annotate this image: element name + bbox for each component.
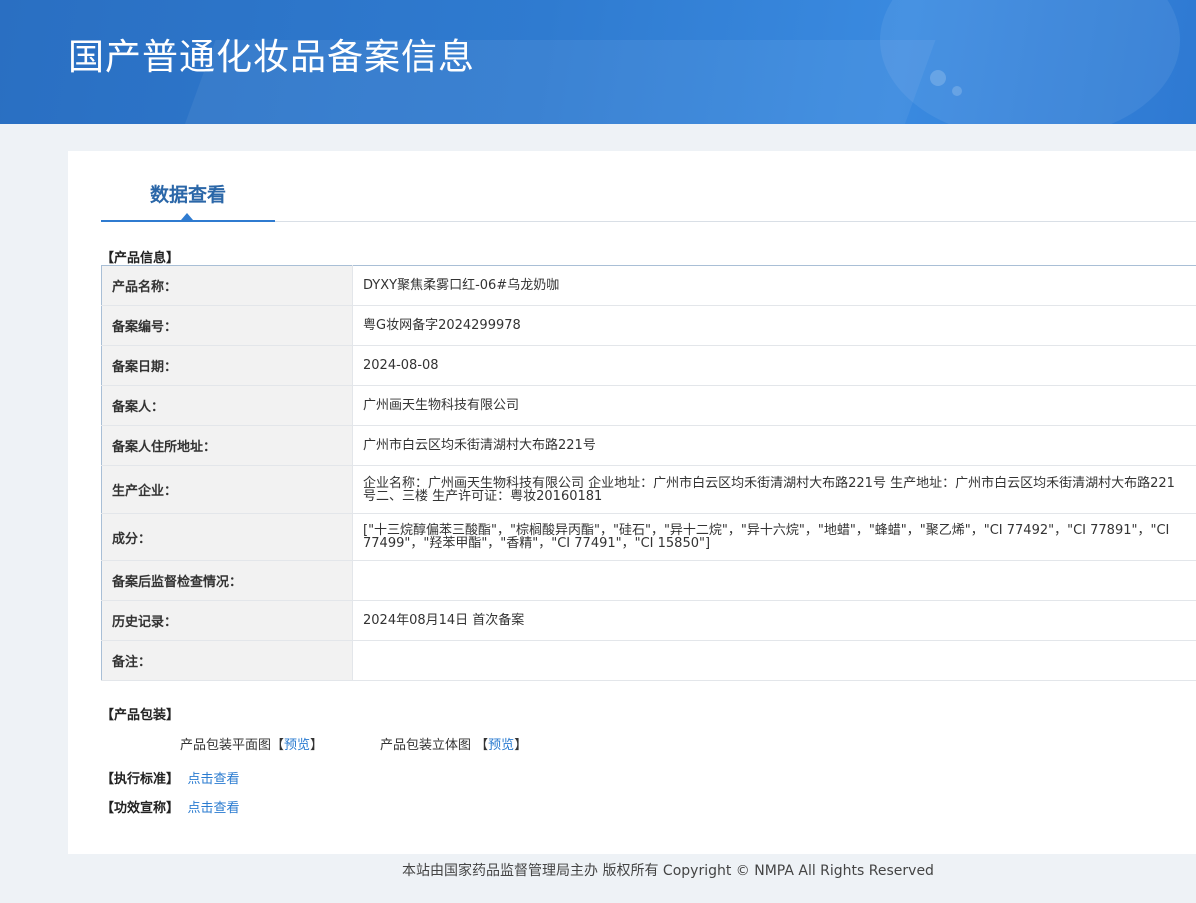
table-row: 备案编号： 粤G妆网备字2024299978 — [101, 305, 1196, 346]
bracket-close: 】 — [514, 738, 528, 753]
row-value-record-number: 粤G妆网备字2024299978 — [352, 305, 1196, 346]
tab-active-caret — [181, 213, 193, 220]
row-label-ingredients: 成分： — [101, 513, 353, 561]
efficacy-row: 【功效宣称】 点击查看 — [101, 797, 240, 816]
row-label-record-date: 备案日期： — [101, 345, 353, 386]
packaging-stereo-preview-link[interactable]: 预览 — [488, 738, 514, 753]
packaging-heading: 【产品包装】 — [101, 708, 180, 723]
table-row: 备注： — [101, 640, 1196, 681]
row-value-record-date: 2024-08-08 — [352, 345, 1196, 386]
row-value-registrant: 广州画天生物科技有限公司 — [352, 385, 1196, 426]
standard-heading: 【执行标准】 — [101, 772, 180, 787]
row-label-record-number: 备案编号： — [101, 305, 353, 346]
bracket-open: 【 — [271, 738, 285, 753]
row-value-registrant-address: 广州市白云区均禾街清湖村大布路221号 — [352, 425, 1196, 466]
table-row: 备案日期： 2024-08-08 — [101, 345, 1196, 386]
product-info-table: 产品名称： DYXY聚焦柔雾口红-06#乌龙奶咖 备案编号： 粤G妆网备字202… — [101, 265, 1196, 681]
banner-dot — [930, 70, 946, 86]
table-row: 生产企业： 企业名称：广州画天生物科技有限公司 企业地址：广州市白云区均禾街清湖… — [101, 465, 1196, 514]
table-row: 历史记录： 2024年08月14日 首次备案 — [101, 600, 1196, 641]
row-label-registrant: 备案人： — [101, 385, 353, 426]
row-value-product-name: DYXY聚焦柔雾口红-06#乌龙奶咖 — [352, 265, 1196, 306]
header-banner: 国产普通化妆品备案信息 — [0, 0, 1196, 124]
row-value-history: 2024年08月14日 首次备案 — [352, 600, 1196, 641]
tab-data-view[interactable]: 数据查看 — [101, 151, 275, 222]
row-value-inspection — [352, 560, 1196, 601]
row-label-manufacturer: 生产企业： — [101, 465, 353, 514]
tab-bar: 数据查看 — [101, 151, 1196, 222]
bracket-close: 】 — [310, 738, 324, 753]
packaging-flat-item: 产品包装平面图【预览】 — [180, 734, 323, 753]
bracket-open: 【 — [475, 738, 489, 753]
efficacy-view-link[interactable]: 点击查看 — [188, 801, 240, 816]
packaging-stereo-label: 产品包装立体图 — [380, 738, 472, 753]
table-row: 成分： ["十三烷醇偏苯三酸酯"，"棕榈酸异丙酯"，"硅石"，"异十二烷"，"异… — [101, 513, 1196, 561]
content-panel: 数据查看 【产品信息】 产品名称： DYXY聚焦柔雾口红-06#乌龙奶咖 备案编… — [68, 151, 1196, 854]
footer-copyright: 本站由国家药品监督管理局主办 版权所有 Copyright © NMPA All… — [402, 863, 934, 879]
row-label-remarks: 备注： — [101, 640, 353, 681]
table-row: 备案人住所地址： 广州市白云区均禾街清湖村大布路221号 — [101, 425, 1196, 466]
efficacy-heading: 【功效宣称】 — [101, 801, 180, 816]
page-title: 国产普通化妆品备案信息 — [68, 37, 476, 78]
packaging-stereo-item: 产品包装立体图 【预览】 — [380, 734, 527, 753]
packaging-flat-preview-link[interactable]: 预览 — [284, 738, 310, 753]
table-row: 备案后监督检查情况： — [101, 560, 1196, 601]
banner-dot — [952, 86, 962, 96]
standard-row: 【执行标准】 点击查看 — [101, 768, 240, 787]
row-value-manufacturer: 企业名称：广州画天生物科技有限公司 企业地址：广州市白云区均禾街清湖村大布路22… — [352, 465, 1196, 514]
row-label-product-name: 产品名称： — [101, 265, 353, 306]
table-row: 产品名称： DYXY聚焦柔雾口红-06#乌龙奶咖 — [101, 265, 1196, 306]
row-label-inspection: 备案后监督检查情况： — [101, 560, 353, 601]
row-label-history: 历史记录： — [101, 600, 353, 641]
standard-view-link[interactable]: 点击查看 — [188, 772, 240, 787]
packaging-flat-label: 产品包装平面图 — [180, 738, 272, 753]
banner-decoration-circle — [880, 0, 1180, 124]
row-value-remarks — [352, 640, 1196, 681]
row-value-ingredients: ["十三烷醇偏苯三酸酯"，"棕榈酸异丙酯"，"硅石"，"异十二烷"，"异十六烷"… — [352, 513, 1196, 561]
table-row: 备案人： 广州画天生物科技有限公司 — [101, 385, 1196, 426]
row-label-registrant-address: 备案人住所地址： — [101, 425, 353, 466]
tab-label: 数据查看 — [149, 184, 226, 206]
product-info-heading: 【产品信息】 — [101, 251, 180, 266]
